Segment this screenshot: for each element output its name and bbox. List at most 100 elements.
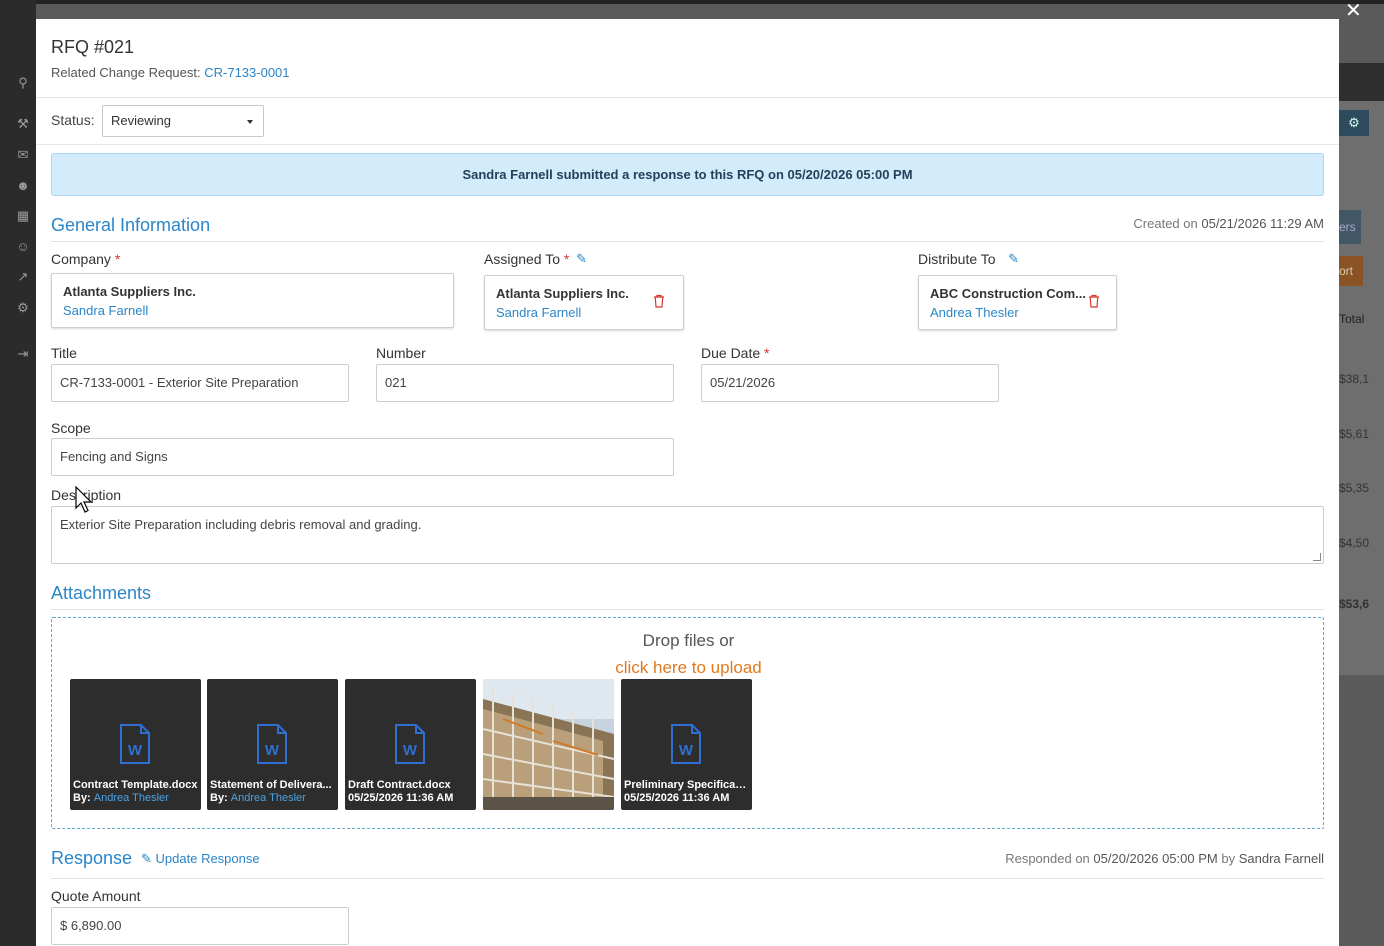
assigned-to-label-text: Assigned To	[484, 251, 561, 267]
assigned-to-label: Assigned To *	[484, 251, 569, 267]
description-value: Exterior Site Preparation including debr…	[60, 517, 422, 532]
author-name: Andrea Thesler	[230, 792, 306, 804]
word-doc-icon: W	[120, 724, 150, 764]
title-label: Title	[51, 345, 77, 361]
rfq-modal: RFQ #021 Related Change Request: CR-7133…	[36, 19, 1339, 946]
assigned-contact[interactable]: Sandra Farnell	[496, 305, 581, 320]
edit-pencil-icon: ✎	[141, 851, 152, 866]
users-icon[interactable]: ☻	[14, 177, 32, 195]
edit-pencil-icon[interactable]: ✎	[1008, 252, 1022, 266]
svg-text:W: W	[679, 742, 694, 759]
attachment-thumbnail[interactable]: W Statement of Delivera... By: Andrea Th…	[207, 679, 338, 810]
created-prefix: Created on	[1133, 216, 1198, 231]
attachment-thumbnail[interactable]: W Preliminary Specificati... 05/25/2026 …	[621, 679, 752, 810]
background-column-header: Total	[1339, 312, 1365, 326]
created-date: 05/21/2026 11:29 AM	[1201, 216, 1324, 231]
responded-by-label: by	[1221, 851, 1236, 866]
attachment-name: Preliminary Specificati...	[624, 779, 749, 791]
background-cell: $5,35	[1339, 481, 1370, 495]
status-label: Status:	[51, 112, 95, 128]
update-response-button[interactable]: ✎ Update Response	[141, 851, 260, 867]
svg-text:W: W	[265, 742, 280, 759]
attachment-thumbnail[interactable]: W Contract Template.docx By: Andrea Thes…	[70, 679, 201, 810]
contacts-icon[interactable]: ☺	[14, 238, 32, 256]
file-dropzone[interactable]: Drop files or click here to upload W Con…	[51, 617, 1324, 829]
company-label-text: Company	[51, 251, 111, 267]
response-title: Response	[51, 848, 133, 868]
word-doc-icon: W	[257, 724, 287, 764]
attachment-author: By: Andrea Thesler	[73, 792, 198, 804]
settings-gear-icon[interactable]: ⚙	[1339, 110, 1369, 136]
background-cell: $53,6	[1339, 597, 1370, 611]
sidebar: ⚲ ⚒ ✉ ☻ ▦ ☺ ↗ ⚙ ⇥	[0, 0, 36, 946]
attachment-name: Draft Contract.docx	[348, 779, 451, 791]
attachment-thumbnail[interactable]	[483, 679, 614, 810]
status-row: Status: Reviewing	[36, 98, 1339, 145]
number-input[interactable]: 021	[376, 364, 674, 402]
mail-icon[interactable]: ✉	[14, 146, 32, 164]
background-button[interactable]: ers	[1339, 210, 1361, 244]
distribute-contact[interactable]: Andrea Thesler	[930, 305, 1019, 320]
company-contact[interactable]: Sandra Farnell	[63, 303, 148, 318]
required-marker: *	[114, 251, 121, 267]
scope-input[interactable]: Fencing and Signs	[51, 438, 674, 476]
background-cell: $38,1	[1339, 372, 1370, 386]
calendar-icon[interactable]: ▦	[14, 207, 32, 225]
gear-icon[interactable]: ⚙	[14, 299, 32, 317]
required-marker: *	[563, 251, 570, 267]
trash-icon[interactable]	[653, 294, 665, 308]
background-panel	[1339, 63, 1384, 675]
map-pin-icon[interactable]: ⚲	[14, 74, 32, 92]
number-label: Number	[376, 345, 426, 361]
due-date-input[interactable]: 05/21/2026	[701, 364, 999, 402]
responded-by: Sandra Farnell	[1238, 851, 1324, 866]
by-label: By:	[210, 792, 228, 804]
trash-icon[interactable]	[1088, 294, 1100, 308]
due-date-label-text: Due Date	[701, 345, 761, 361]
background-cell: $4,50	[1339, 536, 1370, 550]
description-textarea[interactable]: Exterior Site Preparation including debr…	[51, 506, 1324, 564]
background-export-button[interactable]: ort	[1339, 256, 1363, 286]
responded-prefix: Responded on	[1005, 851, 1090, 866]
by-label: By:	[73, 792, 91, 804]
word-doc-icon: W	[395, 724, 425, 764]
company-card[interactable]: Atlanta Suppliers Inc. Sandra Farnell	[51, 273, 454, 328]
hammer-icon[interactable]: ⚒	[14, 115, 32, 133]
related-label: Related Change Request:	[51, 65, 201, 80]
general-info-title: General Information	[51, 215, 211, 235]
attachment-thumbnail[interactable]: W Draft Contract.docx 05/25/2026 11:36 A…	[345, 679, 476, 810]
logout-icon[interactable]: ⇥	[14, 345, 32, 363]
resize-handle-icon[interactable]	[1313, 553, 1321, 561]
attachment-date: 05/25/2026 11:36 AM	[348, 792, 454, 804]
svg-text:W: W	[403, 742, 418, 759]
created-on: Created on 05/21/2026 11:29 AM	[1133, 216, 1324, 231]
background-toolbar	[1339, 63, 1384, 101]
attachments-title: Attachments	[51, 583, 152, 603]
modal-header: RFQ #021 Related Change Request: CR-7133…	[36, 19, 1339, 98]
distribute-to-card[interactable]: ABC Construction Com... Andrea Thesler	[918, 275, 1117, 330]
close-icon[interactable]: ✕	[1345, 0, 1362, 23]
status-select[interactable]: Reviewing	[102, 105, 264, 137]
title-input[interactable]: CR-7133-0001 - Exterior Site Preparation	[51, 364, 349, 402]
attachment-author: By: Andrea Thesler	[210, 792, 335, 804]
distribute-to-label: Distribute To	[918, 251, 996, 267]
responded-on: Responded on 05/20/2026 05:00 PM by Sand…	[1005, 851, 1324, 866]
distribute-company-name: ABC Construction Com...	[930, 286, 1086, 301]
edit-pencil-icon[interactable]: ✎	[576, 252, 590, 266]
attachment-date: 05/25/2026 11:36 AM	[624, 792, 730, 804]
company-name: Atlanta Suppliers Inc.	[63, 284, 196, 299]
word-doc-icon: W	[671, 724, 701, 764]
assigned-to-card[interactable]: Atlanta Suppliers Inc. Sandra Farnell	[484, 275, 684, 330]
background-export-label: ort	[1339, 264, 1354, 278]
divider	[51, 241, 1324, 242]
svg-text:W: W	[128, 742, 143, 759]
attachment-name: Statement of Delivera...	[210, 779, 332, 791]
quote-amount-input[interactable]: $ 6,890.00	[51, 907, 349, 945]
responded-date: 05/20/2026 05:00 PM	[1093, 851, 1218, 866]
chart-icon[interactable]: ↗	[14, 268, 32, 286]
chevron-down-icon	[247, 120, 253, 124]
drop-files-text: Drop files or	[642, 631, 735, 650]
response-banner: Sandra Farnell submitted a response to t…	[51, 153, 1324, 196]
upload-link[interactable]: click here to upload	[52, 658, 1325, 678]
related-change-request-link[interactable]: CR-7133-0001	[204, 65, 289, 80]
